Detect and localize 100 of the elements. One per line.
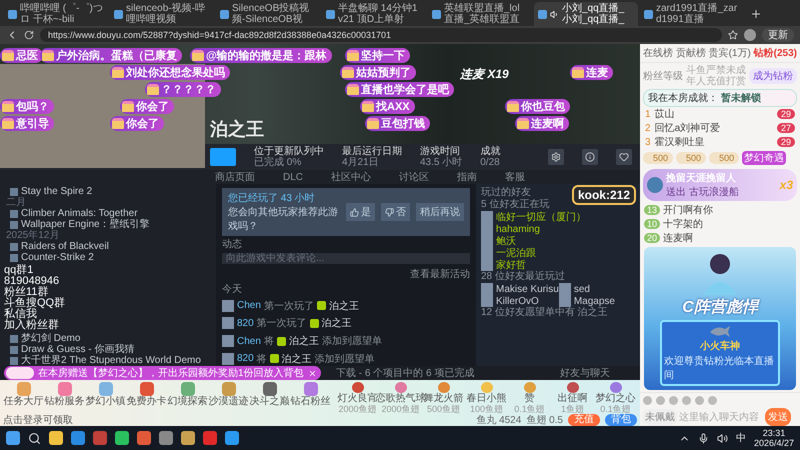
friend-name[interactable]: Makise Kurisu [496,284,559,294]
user-link[interactable]: Chen [237,336,261,347]
friend-name[interactable]: KillerOvO [496,296,539,306]
danmaku-comment: 找AXX [360,99,415,114]
gift-item[interactable]: 春日小熊 100鱼翅 [465,382,508,414]
game-list-item[interactable]: Counter-Strike 2 [4,252,212,263]
comment-field[interactable]: 向此游戏中发表评论... [222,253,470,264]
input-method-indicator[interactable]: 中 [736,431,746,445]
activity-item[interactable]: 沙漠遗迹 [208,382,249,414]
game-tab[interactable]: DLC [283,172,304,182]
game-tab[interactable]: 商店页面 [215,170,255,184]
browser-tab[interactable]: 半盘畅聊 14分钟1v21 顶D上单射 [322,2,426,26]
rank-name[interactable]: 霍汉剩吐皇 [654,135,773,149]
user-link[interactable]: Chen [237,300,261,312]
profile-avatar[interactable] [744,29,756,41]
app-icon[interactable] [225,431,239,445]
info-button[interactable] [582,149,598,165]
friend-avatar [481,283,493,295]
downloads-status[interactable]: 下载 - 6 个项目中的 6 项已完成 [336,366,474,380]
browser-tab[interactable]: 英雄联盟直播_lol直播_英雄联盟直 [428,2,532,26]
activity-item[interactable]: 钻石粉丝 [290,382,331,414]
activity-item[interactable]: 幻境探索 [167,382,208,414]
game-link[interactable]: 泊之王 [322,316,352,330]
site-icon [432,10,441,18]
join-button[interactable]: 成为钻粉 [749,68,797,84]
chat-tab[interactable]: 贡献榜 [676,46,706,60]
chat-tab[interactable]: 钻粉(253) [754,46,797,60]
heart-icon [619,152,629,162]
app-icon[interactable] [137,431,151,445]
danmaku-comment: 意引导 [0,116,54,131]
gift-item[interactable]: 梦幻之心 0.1鱼翅 [594,382,637,414]
star-icon[interactable] [728,30,738,40]
game-list-item[interactable]: 梦幻剑 Demo [4,333,212,344]
friend-name[interactable]: 鲍沃 [496,234,516,248]
friends-chat-link[interactable]: 好友与聊天 [560,366,610,380]
activity-item[interactable]: 钻粉服务 [44,382,85,414]
game-list-item[interactable]: Stay the Spire 2 [4,186,212,197]
browser-tab[interactable]: SilenceOB投稿视频-SilenceOB视 [216,2,320,26]
friend-avatar [481,211,493,223]
latest-activity-link[interactable]: 查看最新活动 [410,267,470,282]
app-icon[interactable] [71,431,85,445]
friend-name[interactable]: hahaming [496,224,540,234]
list-header: 2025年12月 [5,230,60,241]
game-tab[interactable]: 讨论区 [399,170,430,184]
review-button[interactable]: 是 [346,203,375,221]
game-list-item[interactable]: Raiders of Blackveil [4,241,212,252]
browser-tab[interactable]: 小刘_qq直播_小刘_qq直播_ [534,2,638,26]
game-list-item[interactable]: Wallpaper Engine：壁纸引擎 [4,219,212,230]
rank-name[interactable]: 苡山 [654,107,773,121]
favorite-button[interactable] [616,149,632,165]
friend-name[interactable]: Magapse [574,296,615,306]
reload-icon[interactable] [24,30,34,40]
friend-name[interactable]: sed [574,284,590,294]
app-icon[interactable] [115,431,129,445]
chat-tab[interactable]: 在线榜 [643,46,673,60]
activity-item[interactable]: 决斗之巅 [249,382,290,414]
settings-button[interactable] [548,149,564,165]
game-link[interactable]: 泊之王 [328,298,359,313]
level-badge: 13 [644,205,660,215]
chat-tab[interactable]: 贵宾(1万) [708,46,751,60]
danmaku-comment: 姑姑预判了 [340,65,416,80]
game-tab[interactable]: 指南 [457,170,478,184]
review-button[interactable]: 稍后再说 [416,203,464,221]
app-icon[interactable] [49,431,63,445]
thumbs-up-icon [350,208,359,216]
friend-avatar [481,295,493,307]
login-hint[interactable]: 点击登录可领取 [3,413,73,427]
browser-tab[interactable]: silenceob-视频-哔哩哔哩视频 [110,2,214,26]
review-button[interactable]: 否 [381,203,410,221]
gift-item[interactable]: 出征啊 1鱼翅 [551,382,594,414]
game-list-item[interactable]: Draw & Guess - 你画我猜 [4,344,212,355]
friend-name[interactable]: 临好一切应（厦门） [496,210,586,224]
start-icon[interactable] [6,431,20,445]
friend-name[interactable]: 家好哲 [496,258,526,272]
search-icon[interactable] [28,432,41,444]
activity-item[interactable]: 梦幻小镇 [85,382,126,414]
microphone-icon[interactable] [698,432,709,444]
activity-item[interactable]: 任务大厅 [3,382,44,414]
gift-item[interactable]: 赞 0.1鱼翅 [508,382,551,414]
user-link[interactable]: 820 [237,318,254,329]
rank-name[interactable]: 回忆a刘神可爱 [654,121,773,135]
game-tab[interactable]: 客服 [505,170,526,184]
close-icon[interactable] [308,368,317,378]
app-icon[interactable] [181,431,195,445]
app-icon[interactable] [159,431,173,445]
address-field[interactable]: https://www.douyu.com/52887?dyshid=9417cf-dac892d8f2d38388e0a4326c00031701 [40,28,722,42]
browser-tab[interactable]: zard1991直播_zard1991直播 [640,2,744,26]
game-tab[interactable]: 社区中心 [331,170,372,184]
friend-name[interactable]: 一泥泊跟 [496,246,536,260]
user-link[interactable]: 820 [237,353,254,364]
game-list-item[interactable]: Climber Animals: Together [4,208,212,219]
game-link[interactable]: 泊之王 [288,334,319,348]
event-badge[interactable]: 梦幻奇遇 [742,151,786,165]
volume-icon[interactable] [716,432,728,444]
game-link[interactable]: 泊之王 [282,352,312,366]
game-list-item[interactable]: 大千世界2 The Stupendous World Demo [4,355,212,366]
browser-tab[interactable]: 哔哩哔哩 (゜-゜)つロ 干杯~-bili [4,2,108,26]
update-button[interactable]: 更新 [762,28,794,42]
activity-item[interactable]: 免费办卡 [126,382,167,414]
activity-text: 将 [256,352,267,366]
